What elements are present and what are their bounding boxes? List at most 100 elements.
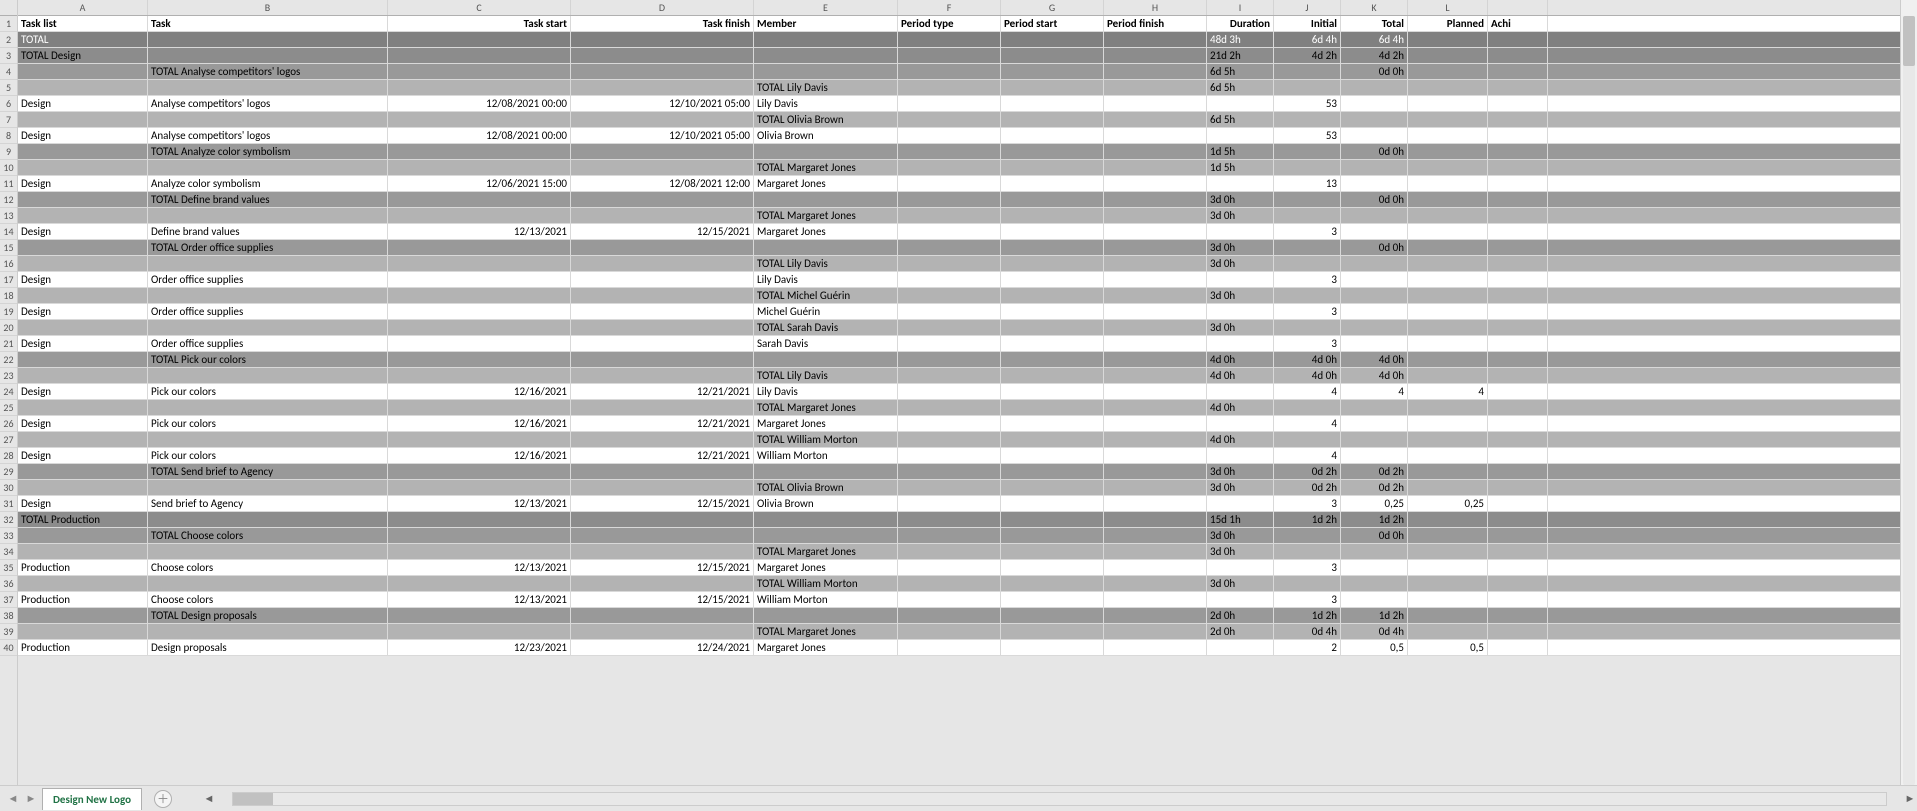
cell[interactable] xyxy=(1341,208,1408,223)
cell[interactable] xyxy=(1408,320,1488,335)
cell[interactable] xyxy=(1274,80,1341,95)
cell[interactable]: 12/21/2021 xyxy=(571,448,754,463)
cell[interactable] xyxy=(18,432,148,447)
cell[interactable]: 13 xyxy=(1274,176,1341,191)
cell[interactable] xyxy=(1104,496,1207,511)
cell[interactable] xyxy=(1341,96,1408,111)
cell[interactable] xyxy=(1488,48,1548,63)
cell[interactable] xyxy=(1408,512,1488,527)
row-header[interactable]: 9 xyxy=(0,144,17,160)
cell[interactable] xyxy=(1104,448,1207,463)
cell[interactable]: TOTAL Define brand values xyxy=(148,192,388,207)
cell[interactable] xyxy=(1104,608,1207,623)
cell[interactable] xyxy=(1488,528,1548,543)
cell[interactable] xyxy=(18,288,148,303)
cell[interactable] xyxy=(1207,592,1274,607)
cell[interactable]: 12/13/2021 xyxy=(388,560,571,575)
header-cell[interactable]: Task start xyxy=(388,16,571,31)
row-header[interactable]: 34 xyxy=(0,544,17,560)
cell[interactable] xyxy=(18,624,148,639)
cell[interactable]: Define brand values xyxy=(148,224,388,239)
cell[interactable] xyxy=(1001,208,1104,223)
cell[interactable] xyxy=(1341,128,1408,143)
cell[interactable] xyxy=(898,464,1001,479)
cell[interactable]: 12/08/2021 00:00 xyxy=(388,96,571,111)
cell[interactable] xyxy=(1408,432,1488,447)
cell[interactable]: Design xyxy=(18,224,148,239)
row-header[interactable]: 39 xyxy=(0,624,17,640)
cell[interactable]: 12/08/2021 00:00 xyxy=(388,128,571,143)
cell[interactable] xyxy=(898,608,1001,623)
cell[interactable] xyxy=(18,480,148,495)
cell[interactable]: 0d 0h xyxy=(1341,528,1408,543)
cell[interactable] xyxy=(1001,640,1104,655)
cell[interactable] xyxy=(1104,624,1207,639)
cell[interactable] xyxy=(388,256,571,271)
horizontal-scrollbar[interactable] xyxy=(232,792,1887,806)
cell[interactable]: TOTAL Choose colors xyxy=(148,528,388,543)
cell[interactable] xyxy=(388,368,571,383)
cell[interactable]: 1d 2h xyxy=(1341,608,1408,623)
cell[interactable] xyxy=(1274,256,1341,271)
cell[interactable] xyxy=(388,288,571,303)
cell[interactable]: 12/13/2021 xyxy=(388,496,571,511)
row-header[interactable]: 30 xyxy=(0,480,17,496)
cell[interactable] xyxy=(898,240,1001,255)
cell[interactable] xyxy=(1488,96,1548,111)
cell[interactable] xyxy=(1408,224,1488,239)
column-header-I[interactable]: I xyxy=(1207,0,1274,15)
cell[interactable] xyxy=(1488,112,1548,127)
row-header[interactable]: 36 xyxy=(0,576,17,592)
cell[interactable] xyxy=(571,208,754,223)
cell[interactable] xyxy=(1104,544,1207,559)
cell[interactable] xyxy=(898,592,1001,607)
cell[interactable] xyxy=(1488,560,1548,575)
cell[interactable] xyxy=(1001,320,1104,335)
cell[interactable]: 0d 0h xyxy=(1341,192,1408,207)
cell[interactable]: 3 xyxy=(1274,304,1341,319)
cell[interactable] xyxy=(1341,320,1408,335)
cell[interactable] xyxy=(1274,240,1341,255)
cell[interactable]: 0,25 xyxy=(1341,496,1408,511)
cell[interactable] xyxy=(898,176,1001,191)
cell[interactable] xyxy=(1104,176,1207,191)
cell[interactable]: TOTAL Analyze color symbolism xyxy=(148,144,388,159)
cell[interactable]: TOTAL Analyse competitors' logos xyxy=(148,64,388,79)
cell[interactable]: TOTAL Michel Guérin xyxy=(754,288,898,303)
cell[interactable] xyxy=(571,528,754,543)
cell[interactable] xyxy=(1488,608,1548,623)
cell[interactable] xyxy=(754,144,898,159)
cell[interactable]: 12/16/2021 xyxy=(388,416,571,431)
cell[interactable] xyxy=(898,544,1001,559)
cell[interactable] xyxy=(1341,160,1408,175)
cell[interactable] xyxy=(898,320,1001,335)
cell[interactable] xyxy=(1207,128,1274,143)
cell[interactable] xyxy=(1104,256,1207,271)
vscroll-thumb[interactable] xyxy=(1903,16,1915,66)
cell[interactable] xyxy=(1274,544,1341,559)
vscroll-track[interactable] xyxy=(1903,16,1915,785)
cell[interactable] xyxy=(1408,480,1488,495)
cell[interactable] xyxy=(1001,128,1104,143)
cell[interactable] xyxy=(1001,592,1104,607)
cell[interactable] xyxy=(148,480,388,495)
cell[interactable]: Lily Davis xyxy=(754,272,898,287)
cell[interactable]: 0,5 xyxy=(1408,640,1488,655)
cell[interactable] xyxy=(1274,160,1341,175)
cell[interactable] xyxy=(388,304,571,319)
cell[interactable] xyxy=(1207,176,1274,191)
cell[interactable] xyxy=(1001,528,1104,543)
cell[interactable] xyxy=(898,48,1001,63)
cell[interactable] xyxy=(1001,160,1104,175)
cell[interactable]: TOTAL Lily Davis xyxy=(754,256,898,271)
cell[interactable] xyxy=(388,272,571,287)
cell[interactable] xyxy=(1408,96,1488,111)
cell[interactable]: TOTAL Lily Davis xyxy=(754,80,898,95)
cell[interactable] xyxy=(1488,240,1548,255)
cell[interactable]: 12/21/2021 xyxy=(571,384,754,399)
cell[interactable]: 4 xyxy=(1274,416,1341,431)
cell[interactable]: Design xyxy=(18,384,148,399)
cell[interactable] xyxy=(388,80,571,95)
cell[interactable]: 3d 0h xyxy=(1207,192,1274,207)
cell[interactable]: 12/15/2021 xyxy=(571,560,754,575)
